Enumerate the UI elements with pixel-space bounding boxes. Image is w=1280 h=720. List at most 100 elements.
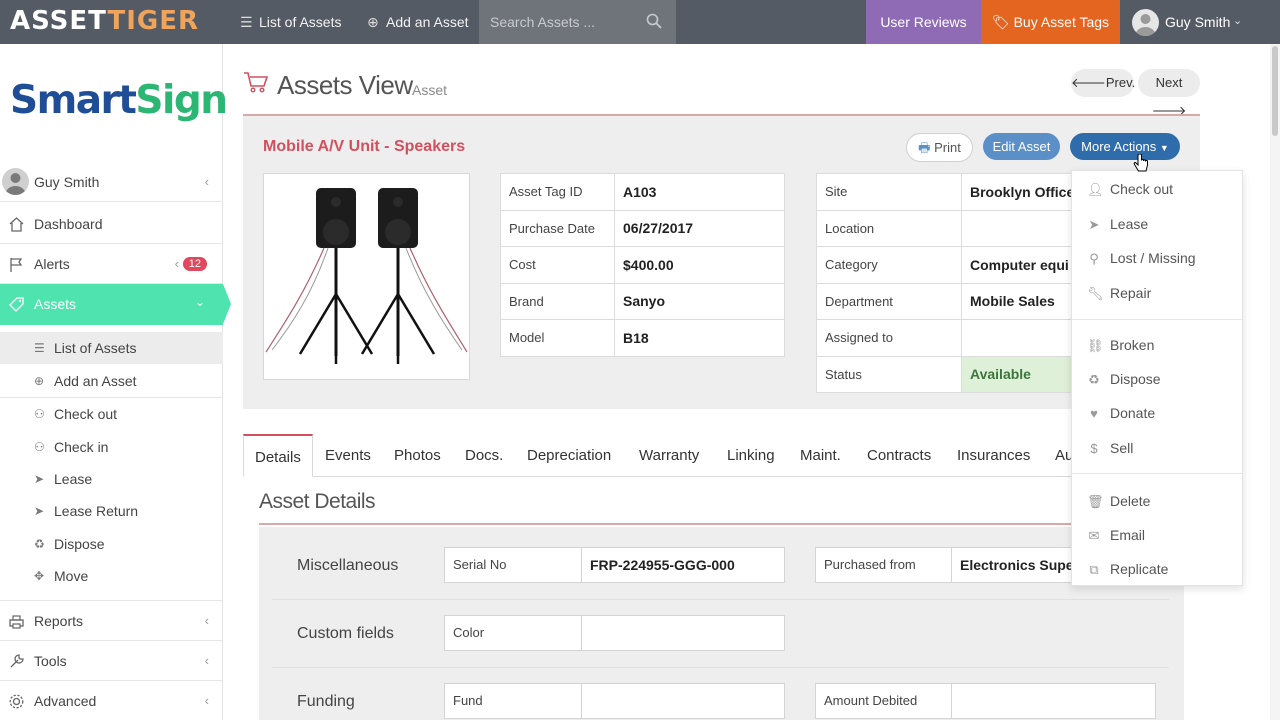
sidebar-sub-move[interactable]: ✥ Move (0, 560, 223, 601)
color-field: Color (444, 615, 785, 651)
tags-icon: 🏷︎ (991, 14, 1010, 30)
sub-item-label: Add an Asset (54, 373, 137, 389)
asset-photo[interactable] (263, 173, 470, 380)
tab-details[interactable]: Details (243, 434, 313, 477)
tab-contracts[interactable]: Contracts (867, 434, 931, 477)
scrollbar-thumb[interactable] (1272, 46, 1278, 136)
sidebar-sub-lease-return[interactable]: ➤ Lease Return (0, 495, 223, 527)
asset-tiger-logo[interactable]: ASSETTIGER (10, 6, 199, 36)
menu-item-donate[interactable]: ♥ Donate (1072, 397, 1242, 429)
gear-icon (9, 694, 24, 709)
prev-button[interactable]: 🡐Prev. (1071, 69, 1135, 97)
buy-asset-tags-button[interactable]: 🏷︎ Buy Asset Tags (981, 0, 1120, 44)
page-scrollbar[interactable] (1270, 44, 1280, 720)
sidebar-sub-check-in[interactable]: ⚇ Check in (0, 431, 223, 463)
sidebar-user[interactable]: Guy Smith ‹ (0, 162, 223, 202)
tag-icon (9, 297, 24, 312)
field-label: Brand (500, 282, 615, 320)
copy-icon: ⧉ (1089, 562, 1099, 577)
menu-item-repair[interactable]: 🔧︎ Repair (1072, 277, 1242, 309)
next-label: Next (1155, 75, 1183, 90)
sidebar-sub-list-assets[interactable]: ☰ List of Assets (0, 332, 223, 364)
menu-item-check-out[interactable]: 👤︎ Check out (1072, 173, 1242, 205)
asset-tabs: Details Events Photos Docs. Depreciation… (243, 434, 1203, 477)
table-row: Asset Tag ID A103 (500, 173, 785, 211)
table-row: Assigned to (816, 319, 1086, 357)
asset-name: Mobile A/V Unit - Speakers (263, 138, 466, 155)
menu-item-lost-missing[interactable]: ⚲ Lost / Missing (1072, 242, 1242, 274)
menu-item-lease[interactable]: ➤ Lease (1072, 208, 1242, 240)
sub-item-label: Dispose (54, 536, 105, 552)
sidebar-item-dashboard[interactable]: Dashboard (0, 204, 223, 244)
sidebar-sub-add-asset[interactable]: ⊕ Add an Asset (0, 365, 223, 398)
paper-plane-icon: ➤ (34, 472, 45, 486)
logo-text-tiger: TIGER (107, 6, 200, 36)
recycle-icon: ♻ (34, 537, 45, 551)
plus-circle-icon: ⊕ (34, 374, 45, 388)
field-label: Category (816, 246, 962, 284)
caret-down-icon: ▼ (1159, 143, 1169, 153)
menu-item-broken[interactable]: ⛓ Broken (1072, 329, 1242, 361)
asset-info-table-left: Asset Tag ID A103 Purchase Date 06/27/2017… (500, 173, 785, 357)
sidebar-item-reports[interactable]: Reports ‹ (0, 601, 223, 641)
table-row: Model B18 (500, 319, 785, 357)
cart-icon (244, 72, 269, 93)
tab-photos[interactable]: Photos (394, 434, 441, 477)
menu-item-delete[interactable]: 🗑︎ Delete (1072, 485, 1242, 517)
tab-warranty[interactable]: Warranty (639, 434, 699, 477)
sub-item-label: Move (54, 568, 89, 584)
sidebar-item-tools[interactable]: Tools ‹ (0, 641, 223, 681)
more-actions-label: More Actions (1081, 139, 1157, 154)
search-icon[interactable] (646, 13, 662, 29)
tab-insurances[interactable]: Insurances (957, 434, 1030, 477)
table-row: Site Brooklyn Office (816, 173, 1086, 211)
nav-add-asset[interactable]: ⊕ Add an Asset (367, 0, 469, 44)
user-menu[interactable]: Guy Smith ⌄ (1120, 0, 1280, 44)
speakers-image (265, 188, 468, 364)
tab-docs[interactable]: Docs. (465, 434, 503, 477)
sidebar-item-advanced[interactable]: Advanced ‹ (0, 681, 223, 720)
field-value (961, 319, 1086, 357)
sub-item-label: Check out (54, 406, 118, 422)
menu-item-label: Delete (1110, 493, 1151, 509)
sidebar-sub-lease[interactable]: ➤ Lease (0, 463, 223, 495)
menu-item-sell[interactable]: $ Sell (1072, 432, 1242, 464)
tab-linking[interactable]: Linking (727, 434, 775, 477)
tab-depreciation[interactable]: Depreciation (527, 434, 611, 477)
tab-events[interactable]: Events (325, 434, 371, 477)
menu-item-label: Lease (1110, 216, 1149, 232)
field-label: Location (816, 209, 962, 247)
flag-icon (10, 258, 23, 272)
chevron-left-icon: ‹ (204, 174, 209, 189)
field-value: FRP-224955-GGG-000 (590, 557, 735, 573)
menu-item-label: Lost / Missing (1110, 250, 1196, 266)
table-row: Purchase Date 06/27/2017 (500, 209, 785, 247)
page-subtitle: Asset (412, 82, 448, 98)
sidebar-sub-check-out[interactable]: ⚇ Check out (0, 398, 223, 430)
field-label: Status (816, 355, 962, 393)
field-value (961, 209, 1086, 247)
sidebar-item-label: Reports (34, 613, 84, 629)
edit-asset-button[interactable]: Edit Asset (983, 133, 1060, 160)
nav-list-label: List of Assets (259, 14, 342, 30)
next-button[interactable]: Next 🡒 (1138, 69, 1200, 118)
smartsign-logo[interactable]: SmartSign (10, 78, 228, 123)
recycle-icon: ♻ (1088, 372, 1100, 387)
field-value: Sanyo (614, 282, 785, 320)
field-label: Purchased from (816, 548, 952, 582)
menu-item-dispose[interactable]: ♻ Dispose (1072, 363, 1242, 395)
menu-item-email[interactable]: ✉ Email (1072, 519, 1242, 551)
sidebar-item-alerts[interactable]: Alerts ‹ 12 (0, 244, 223, 284)
field-value (582, 684, 784, 718)
nav-list-of-assets[interactable]: ☰ List of Assets (240, 0, 341, 44)
sidebar-sub-dispose[interactable]: ♻ Dispose (0, 528, 223, 560)
more-actions-button[interactable]: More Actions ▼ (1070, 133, 1180, 160)
user-reviews-button[interactable]: User Reviews (866, 0, 981, 44)
tab-maint[interactable]: Maint. (800, 434, 841, 477)
sidebar-item-assets[interactable]: Assets ⌄ (0, 284, 231, 325)
top-navbar: ASSETTIGER ☰ List of Assets ⊕ Add an Asset… (0, 0, 1280, 44)
print-button[interactable]: 🖶︎ Print (906, 133, 973, 162)
row-divider (272, 599, 1169, 600)
arrow-left-icon: 🡐 (1071, 75, 1106, 90)
menu-item-replicate[interactable]: ⧉ Replicate (1072, 553, 1242, 585)
